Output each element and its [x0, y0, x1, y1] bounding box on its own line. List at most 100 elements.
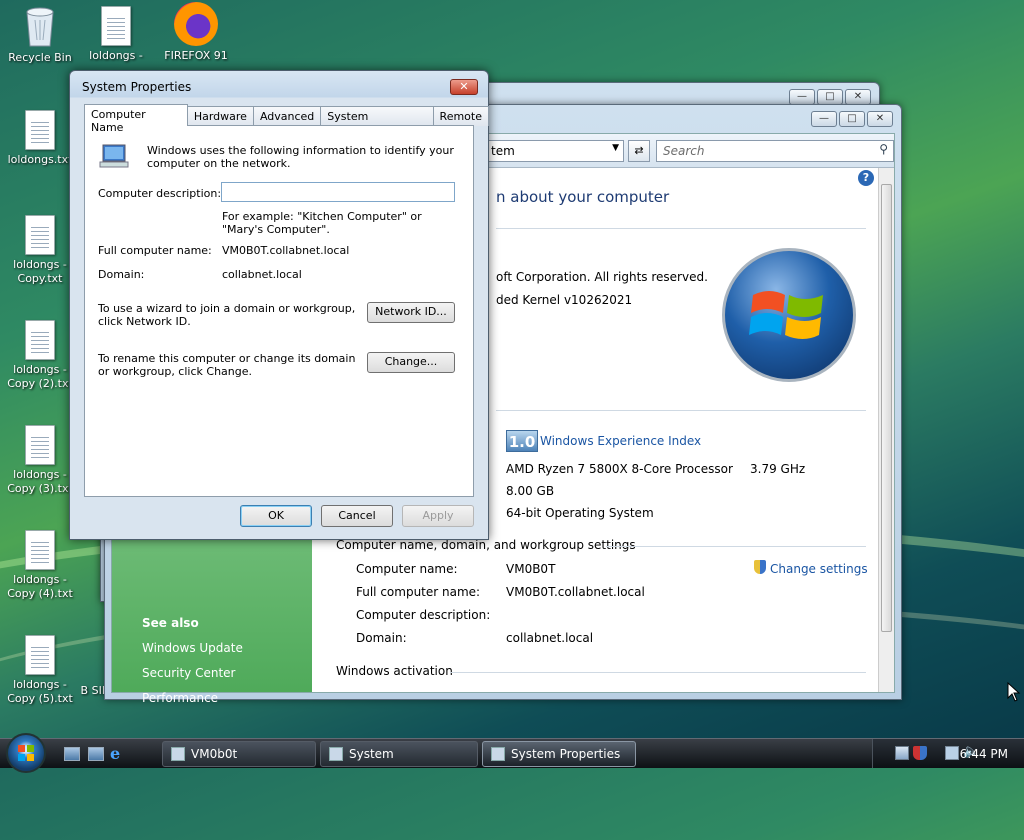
shield-icon [754, 560, 766, 574]
wei-link[interactable]: Windows Experience Index [540, 434, 701, 448]
section-divider [606, 546, 866, 547]
domain-label: Domain: [98, 268, 145, 281]
link-windows-update[interactable]: Windows Update [142, 641, 243, 655]
text-file-icon [25, 425, 55, 465]
desktop-icon-label: FIREFOX 91 [164, 49, 228, 62]
minimize-icon[interactable]: — [811, 111, 837, 127]
desktop-icon-loldongs-copy[interactable]: loldongs - Copy.txt [0, 215, 80, 286]
desktop-icon-label: loldongs - [89, 49, 143, 62]
taskbar-button-vm0b0t[interactable]: VM0b0t [162, 741, 316, 767]
refresh-icon[interactable]: ⇄ [628, 140, 650, 162]
link-security-center[interactable]: Security Center [142, 666, 235, 680]
text-file-icon [25, 320, 55, 360]
heading-divider [496, 228, 866, 229]
text-file-icon [25, 215, 55, 255]
desktop-icon-loldongs-txt[interactable]: loldongs.txt [0, 110, 80, 167]
help-icon[interactable]: ? [858, 170, 874, 186]
desktop-icon-label: loldongs.txt [7, 153, 73, 166]
desktop-icon-recycle-bin[interactable]: Recycle Bin [0, 4, 80, 65]
desktop-icon-loldongs-copy-2[interactable]: loldongs - Copy (2).txt [0, 320, 80, 391]
minimize-icon[interactable]: — [789, 89, 815, 105]
change-button[interactable]: Change... [367, 352, 455, 373]
desktop-icon-loldongs-copy-3[interactable]: loldongs - Copy (3).txt [0, 425, 80, 496]
notification-area: 🔈 6:44 PM [872, 739, 1024, 768]
windows-flag-icon [18, 745, 34, 761]
section-computer-name: Computer name, domain, and workgroup set… [336, 538, 636, 552]
vertical-scrollbar[interactable] [878, 168, 894, 692]
activation-divider [450, 672, 866, 673]
taskbar-button-label: System Properties [511, 747, 621, 761]
search-placeholder: Search [663, 144, 705, 158]
processor-value: AMD Ryzen 7 5800X 8-Core Processor [506, 462, 733, 476]
tab-computer-name[interactable]: Computer Name [84, 104, 188, 134]
change-settings-link[interactable]: Change settings [770, 562, 868, 576]
row-label: Computer description: [356, 608, 491, 622]
system-properties-dialog[interactable]: System Properties ✕ Computer Name Hardwa… [69, 70, 489, 540]
example-text: For example: "Kitchen Computer" or "Mary… [222, 210, 422, 236]
tab-panel-computer-name: Windows uses the following information t… [84, 125, 474, 497]
full-name-label: Full computer name: [98, 244, 212, 257]
apply-button[interactable]: Apply [402, 505, 474, 527]
recycle-bin-icon [23, 4, 57, 48]
dialog-tabs: Computer Name Hardware Advanced System P… [84, 104, 489, 136]
close-icon[interactable]: ✕ [867, 111, 893, 127]
switch-windows-icon[interactable] [88, 747, 104, 761]
show-desktop-icon[interactable] [64, 747, 80, 761]
dialog-title: System Properties [82, 80, 192, 94]
start-button[interactable] [6, 733, 46, 773]
logo-divider [496, 410, 866, 411]
vm-window-caption-buttons: — □ ✕ [789, 89, 871, 105]
link-performance[interactable]: Performance [142, 691, 218, 705]
scroll-thumb[interactable] [881, 184, 892, 632]
computer-description-input[interactable] [221, 182, 455, 202]
see-also-heading: See also [142, 616, 199, 630]
tab-advanced[interactable]: Advanced [252, 106, 322, 126]
os-type-value: 64-bit Operating System [506, 506, 654, 520]
display-icon[interactable] [945, 746, 959, 760]
desktop-icon-loldongs[interactable]: loldongs - [76, 6, 156, 63]
network-icon[interactable] [895, 746, 909, 760]
page-heading: n about your computer [496, 188, 670, 206]
search-input[interactable]: Search ⚲ [656, 140, 894, 162]
network-id-button[interactable]: Network ID... [367, 302, 455, 323]
row-label: Computer name: [356, 562, 458, 576]
close-icon[interactable]: ✕ [450, 79, 478, 95]
clock[interactable]: 6:44 PM [960, 747, 1008, 761]
desktop-icon-loldongs-copy-4[interactable]: loldongs - Copy (4).txt [0, 530, 80, 601]
tab-remote[interactable]: Remote [432, 106, 489, 126]
close-icon[interactable]: ✕ [845, 89, 871, 105]
tab-system-protection[interactable]: System Protection [320, 106, 434, 136]
text-file-icon [101, 6, 131, 46]
cancel-button[interactable]: Cancel [321, 505, 393, 527]
address-bar[interactable]: tem ▼ [484, 140, 624, 162]
desktop-icon-label: loldongs - Copy (4).txt [7, 573, 73, 600]
chevron-down-icon[interactable]: ▼ [612, 143, 619, 153]
taskbar-button-label: System [349, 747, 394, 761]
taskbar-button-system-properties[interactable]: System Properties [482, 741, 636, 767]
system-window-caption-buttons: — □ ✕ [811, 111, 893, 127]
firefox-icon [174, 2, 218, 46]
domain-value: collabnet.local [222, 268, 302, 281]
desktop-icon-label: loldongs - Copy (3).txt [7, 468, 73, 495]
description-label: Computer description: [98, 187, 222, 200]
maximize-icon[interactable]: □ [817, 89, 843, 105]
row-value: VM0B0T.collabnet.local [506, 585, 645, 599]
taskbar-button-system[interactable]: System [320, 741, 478, 767]
security-icon[interactable] [913, 746, 927, 760]
row-value: VM0B0T [506, 562, 556, 576]
memory-value: 8.00 GB [506, 484, 555, 498]
tab-hardware[interactable]: Hardware [186, 106, 254, 126]
desktop-icon-loldongs-copy-5[interactable]: loldongs - Copy (5).txt [0, 635, 80, 706]
desktop-icon-label: loldongs - Copy.txt [13, 258, 67, 285]
wizard-text: To use a wizard to join a domain or work… [98, 302, 356, 328]
ok-button[interactable]: OK [240, 505, 312, 527]
wei-score-badge[interactable]: 1.0 [506, 430, 538, 452]
maximize-icon[interactable]: □ [839, 111, 865, 127]
row-label: Full computer name: [356, 585, 481, 599]
internet-explorer-icon[interactable]: e [110, 744, 128, 763]
copyright-text: oft Corporation. All rights reserved. [496, 270, 708, 284]
desktop-icon-firefox[interactable]: FIREFOX 91 [156, 2, 236, 63]
taskbar-button-label: VM0b0t [191, 747, 238, 761]
windows-logo [722, 248, 856, 382]
search-icon[interactable]: ⚲ [879, 142, 888, 156]
